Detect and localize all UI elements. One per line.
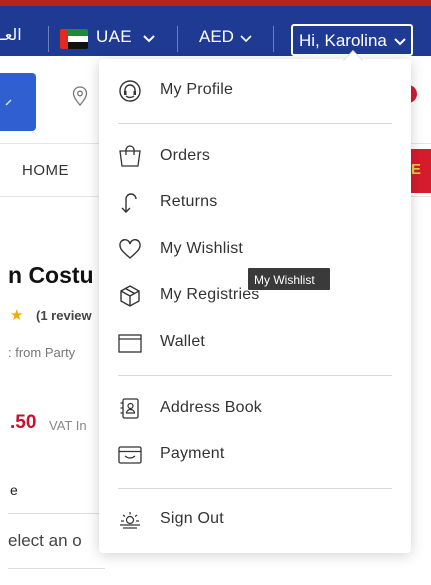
menu-item-returns[interactable]: Returns [99, 181, 411, 223]
menu-item-label: My Profile [160, 81, 234, 98]
wallet-icon [118, 334, 142, 353]
menu-item-label: Payment [160, 445, 225, 462]
search-submit-button[interactable] [0, 73, 36, 131]
menu-item-orders[interactable]: Orders [99, 135, 411, 177]
menu-item-label: Returns [160, 193, 218, 210]
menu-item-profile[interactable]: My Profile [99, 69, 411, 111]
menu-divider [118, 375, 392, 376]
brand-text: : from Party [8, 345, 76, 360]
menu-item-label: My Registries [160, 286, 260, 303]
menu-item-label: Orders [160, 147, 211, 164]
return-arrow-icon [121, 193, 137, 213]
header-separator [273, 26, 274, 52]
promo-letter: E [411, 161, 422, 178]
gift-box-icon [120, 285, 140, 307]
menu-item-wallet[interactable]: Wallet [99, 321, 411, 363]
product-price: .50 [10, 412, 37, 433]
menu-item-label: Address Book [160, 399, 263, 416]
menu-item-label: Wallet [160, 333, 206, 350]
menu-item-payment[interactable]: Payment [99, 433, 411, 475]
headset-icon [119, 80, 141, 102]
nav-home-link[interactable]: HOME [22, 162, 69, 179]
location-pin-icon[interactable] [72, 86, 88, 106]
chevron-down-icon[interactable] [143, 33, 155, 45]
option-select[interactable]: elect an o [8, 513, 105, 569]
address-book-icon [120, 398, 139, 419]
menu-divider [118, 123, 392, 124]
heart-icon [119, 239, 141, 259]
shopping-bag-icon [119, 145, 141, 167]
reviews-link[interactable]: (1 review [36, 308, 92, 323]
menu-item-label: My Wishlist [160, 240, 244, 257]
menu-item-sign-out[interactable]: Sign Out [99, 498, 411, 540]
menu-divider [118, 488, 392, 489]
menu-item-label: Sign Out [160, 510, 224, 527]
credit-card-icon [118, 446, 142, 464]
top-header-bar: العـ UAE AED Hi, Karolina [0, 6, 431, 56]
uae-flag-icon [60, 29, 88, 49]
language-switch-link[interactable]: العـ [0, 25, 22, 45]
menu-item-wishlist[interactable]: My Wishlist [99, 228, 411, 270]
account-dropdown-menu: My Profile Orders Returns My Wishlist My… [99, 59, 411, 553]
country-selector[interactable]: UAE [96, 27, 132, 47]
currency-selector[interactable]: AED [199, 27, 234, 47]
menu-item-address-book[interactable]: Address Book [99, 387, 411, 429]
user-greeting: Hi, Karolina [299, 31, 387, 50]
rating-star-icon: ★ [10, 307, 24, 324]
chevron-down-icon [394, 38, 406, 46]
option-label: e [10, 482, 18, 498]
wishlist-tooltip: My Wishlist [247, 267, 331, 291]
header-separator [177, 26, 178, 52]
header-separator [48, 26, 49, 52]
chevron-down-icon[interactable] [240, 33, 252, 45]
sign-out-sun-icon [120, 512, 140, 529]
vat-note: VAT In [49, 418, 87, 433]
search-icon [5, 99, 12, 106]
product-title: n Costu [8, 262, 94, 288]
select-placeholder: elect an o [8, 531, 82, 550]
